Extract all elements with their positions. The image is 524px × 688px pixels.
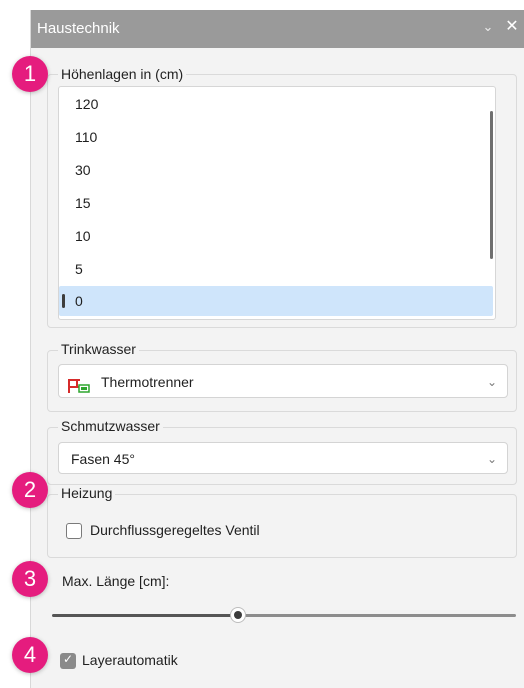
callout-badge-3: 3 bbox=[12, 561, 48, 597]
heights-listbox[interactable]: 120 110 30 15 10 5 0 bbox=[58, 86, 496, 320]
trinkwasser-dropdown[interactable]: Thermotrenner ⌄ bbox=[58, 364, 508, 398]
heizung-group-label: Heizung bbox=[58, 485, 116, 501]
listbox-scrollbar[interactable] bbox=[490, 111, 493, 259]
slider-thumb[interactable] bbox=[230, 607, 246, 623]
list-item[interactable]: 30 bbox=[59, 155, 493, 185]
list-item-label: 110 bbox=[75, 129, 98, 145]
chevron-down-icon[interactable]: ⌄ bbox=[481, 20, 495, 34]
heights-group-label: Höhenlagen in (cm) bbox=[58, 66, 187, 82]
callout-badge-2: 2 bbox=[12, 472, 48, 508]
schmutzwasser-group-label: Schmutzwasser bbox=[58, 418, 163, 434]
max-length-label: Max. Länge [cm]: bbox=[62, 573, 170, 589]
list-item-label: 0 bbox=[75, 293, 83, 309]
trinkwasser-group-label: Trinkwasser bbox=[58, 341, 139, 357]
list-item-label: 10 bbox=[75, 228, 91, 244]
valve-checkbox-label: Durchflussgeregeltes Ventil bbox=[90, 522, 260, 538]
close-icon[interactable]: ✕ bbox=[503, 18, 521, 36]
valve-checkbox[interactable] bbox=[66, 523, 82, 539]
max-length-slider[interactable] bbox=[52, 604, 516, 626]
thermotrenner-icon bbox=[67, 373, 91, 393]
list-item[interactable]: 5 bbox=[59, 254, 493, 284]
slider-track-filled bbox=[52, 614, 238, 617]
schmutzwasser-dropdown[interactable]: Fasen 45° ⌄ bbox=[58, 442, 508, 474]
callout-badge-4: 4 bbox=[12, 637, 48, 673]
list-item[interactable]: 15 bbox=[59, 188, 493, 218]
schmutzwasser-value: Fasen 45° bbox=[71, 451, 135, 467]
callout-badge-1: 1 bbox=[12, 56, 48, 92]
list-item[interactable]: 120 bbox=[59, 89, 493, 119]
layer-checkbox[interactable]: ✓ bbox=[60, 652, 76, 669]
chevron-down-icon: ⌄ bbox=[486, 375, 497, 389]
layer-checkbox-row[interactable]: ✓ Layerautomatik bbox=[58, 650, 258, 672]
list-item-label: 5 bbox=[75, 261, 83, 277]
selection-indicator bbox=[62, 294, 65, 308]
layer-checkbox-label: Layerautomatik bbox=[82, 652, 178, 668]
trinkwasser-value: Thermotrenner bbox=[101, 374, 194, 390]
valve-checkbox-row[interactable]: Durchflussgeregeltes Ventil bbox=[64, 520, 324, 542]
list-item[interactable]: 10 bbox=[59, 221, 493, 251]
list-item-selected[interactable]: 0 bbox=[59, 286, 493, 316]
list-item-label: 120 bbox=[75, 96, 99, 112]
panel-titlebar: Haustechnik ⌄ ✕ bbox=[31, 10, 524, 48]
list-item-label: 15 bbox=[75, 195, 91, 211]
slider-track-empty bbox=[238, 614, 516, 617]
list-item[interactable]: 110 bbox=[59, 122, 493, 152]
list-item-label: 30 bbox=[75, 162, 91, 178]
check-icon: ✓ bbox=[63, 652, 74, 666]
panel-title: Haustechnik bbox=[37, 20, 120, 37]
chevron-down-icon: ⌄ bbox=[486, 452, 497, 466]
